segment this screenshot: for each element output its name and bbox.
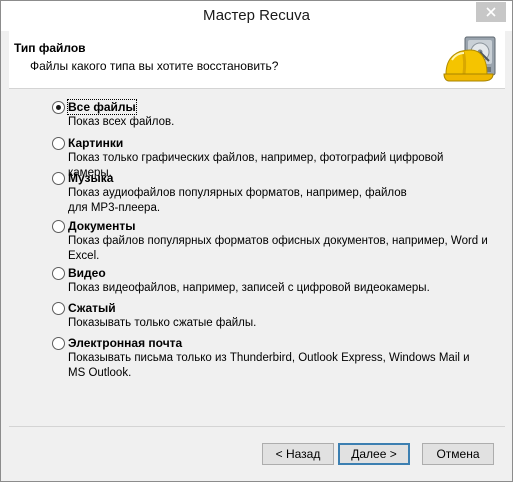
page-title: Тип файлов [14, 41, 86, 55]
back-button[interactable]: < Назад [262, 443, 334, 465]
radio-music[interactable] [52, 172, 65, 185]
radio-video[interactable] [52, 267, 65, 280]
option-description: Показ всех файлов. [68, 116, 175, 128]
option-description: Показ видеофайлов, например, записей с ц… [68, 282, 430, 294]
option-description: Показывать только сжатые файлы. [68, 317, 257, 329]
option-label[interactable]: Видео [68, 266, 106, 280]
file-type-options: Все файлы Показ всех файлов. Картинки По… [9, 90, 505, 425]
option-label[interactable]: Картинки [68, 136, 123, 150]
option-description: Показ аудиофайлов популярных форматов, н… [68, 187, 407, 214]
page-subtitle: Файлы какого типа вы хотите восстановить… [30, 59, 279, 73]
option-description: Показывать письма только из Thunderbird,… [68, 352, 470, 379]
option-label[interactable]: Сжатый [68, 301, 116, 315]
radio-all-files[interactable] [52, 101, 65, 114]
option-label[interactable]: Все файлы [67, 99, 137, 115]
next-button[interactable]: Далее > [338, 443, 410, 465]
footer-divider [9, 426, 505, 427]
radio-documents[interactable] [52, 220, 65, 233]
radio-pictures[interactable] [52, 137, 65, 150]
option-description: Показ только графических файлов, наприме… [68, 152, 444, 179]
wizard-header: Тип файлов Файлы какого типа вы хотите в… [9, 31, 505, 89]
recuva-hardhat-drive-icon [443, 36, 496, 82]
cancel-button[interactable]: Отмена [422, 443, 494, 465]
recuva-wizard-window: Мастер Recuva Тип файлов Файлы какого ти… [0, 0, 513, 482]
radio-compressed[interactable] [52, 302, 65, 315]
option-description: Показ файлов популярных форматов офисных… [68, 235, 488, 262]
window-title: Мастер Recuva [203, 7, 310, 24]
option-label[interactable]: Электронная почта [68, 336, 182, 350]
option-label[interactable]: Документы [68, 219, 135, 233]
title-bar[interactable]: Мастер Recuva [1, 1, 512, 31]
option-label[interactable]: Музыка [68, 171, 113, 185]
close-icon [486, 7, 496, 17]
close-button[interactable] [476, 2, 506, 22]
radio-email[interactable] [52, 337, 65, 350]
